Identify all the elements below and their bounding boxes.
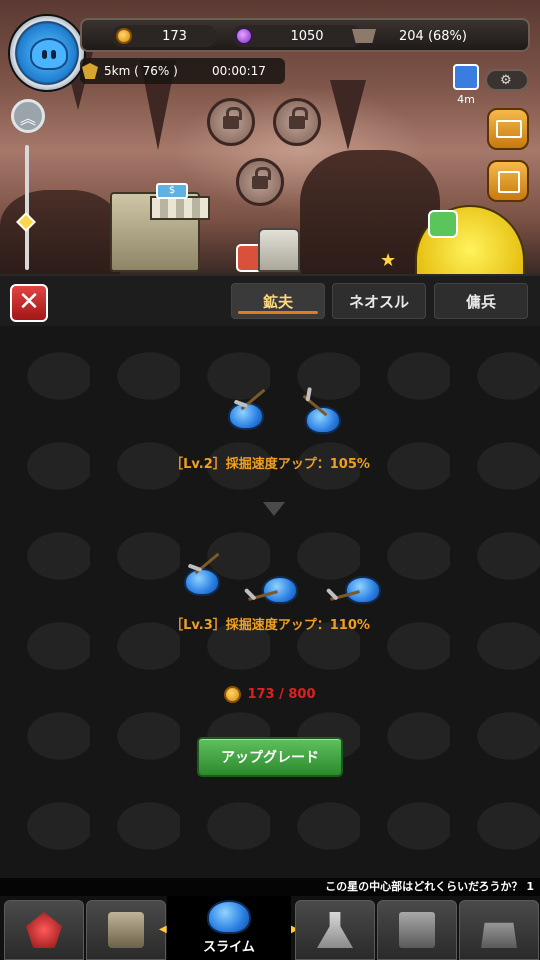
gift-icon [498, 171, 520, 193]
cart-icon [352, 29, 376, 43]
scroll-icon [399, 912, 435, 948]
drill-icon [82, 63, 98, 79]
lock-icon [252, 166, 271, 189]
shop-awning [150, 196, 210, 220]
close-icon: ✕ [18, 287, 40, 317]
tab-bar: ✕ 鉱夫 ネオスル 傭兵 [0, 274, 540, 326]
next-level-text: ［Lv.3］採掘速度アップ：110% [170, 618, 370, 633]
tab-neosuru[interactable]: ネオスル [332, 283, 426, 319]
depth-slider-track[interactable] [25, 145, 29, 270]
coin-icon [116, 28, 132, 44]
slime-miner-icon [345, 576, 381, 604]
mail-icon [496, 120, 522, 138]
left-arrow-icon: ◀ [159, 924, 167, 935]
upgrade-cost: 173 / 800 [0, 686, 540, 703]
locked-slot[interactable] [273, 98, 321, 146]
tab-miner[interactable]: 鉱夫 [231, 283, 325, 319]
arrow-down-icon [263, 502, 285, 516]
star-icon: ★ [380, 250, 397, 271]
lock-icon [289, 106, 308, 129]
timer-text: 00:00:17 [212, 64, 266, 78]
slime-icon [207, 900, 251, 934]
current-level-text: ［Lv.2］採掘速度アップ：105% [170, 457, 370, 472]
settings-button[interactable]: ⚙ [485, 69, 529, 91]
player-avatar[interactable] [8, 14, 86, 92]
mine-scene: 173 1050 204 (68%) 5km ( 76% ) 00:00:17 … [0, 0, 540, 274]
flask-icon [317, 912, 353, 948]
slime-miner-icon [184, 568, 220, 596]
nav-drill-button[interactable] [86, 900, 166, 960]
depth-timer-bar: 5km ( 76% ) 00:00:17 [80, 58, 285, 84]
ore-icon [26, 912, 62, 948]
coin-value: 173 [162, 28, 187, 44]
speed-boost-icon[interactable] [453, 64, 479, 90]
drill-machine[interactable] [258, 228, 300, 272]
upgrade-panel: ［Lv.2］採掘速度アップ：105% ［Lv.3］採掘速度アップ：110% 17… [0, 326, 540, 878]
gem-value: 1050 [290, 28, 324, 44]
slime-avatar-icon [30, 38, 68, 70]
nav-slime-label: スライム [203, 940, 255, 955]
nav-quest-button[interactable] [377, 900, 457, 960]
double-chevron-up-icon: ︽ [20, 109, 37, 128]
gem-counter: 1050 [232, 25, 362, 47]
cost-text: 173 / 800 [247, 687, 316, 702]
news-ticker: この星の中心部はどれくらいだろうか？ 1 [0, 878, 540, 896]
shop-icon [481, 922, 517, 948]
cart-value: 204 (68%) [399, 28, 467, 44]
gift-button[interactable] [487, 160, 529, 202]
resource-bar: 173 1050 204 (68%) [80, 18, 530, 52]
boost-time: 4m [457, 93, 475, 106]
scroll-up-button[interactable]: ︽ [11, 99, 45, 133]
tab-mercenary[interactable]: 傭兵 [434, 283, 528, 319]
slime-miner-icon [262, 576, 298, 604]
gear-icon: ⚙ [500, 73, 512, 88]
locked-slot[interactable] [207, 98, 255, 146]
locked-slot[interactable] [236, 158, 284, 206]
gem-icon [236, 28, 252, 44]
bottom-nav: ◀ スライム ▶ [0, 896, 540, 960]
rock [0, 190, 120, 274]
cart-counter: 204 (68%) [350, 25, 490, 47]
nav-shop-button[interactable] [459, 900, 539, 960]
close-button[interactable]: ✕ [10, 284, 48, 322]
shop-sign-icon: $ [156, 183, 188, 199]
nav-slime-tab[interactable]: ◀ スライム ▶ [159, 896, 299, 960]
lock-icon [223, 106, 242, 129]
stalactite [330, 80, 366, 150]
upgrade-button[interactable]: アップグレード [197, 737, 343, 777]
chat-icon[interactable] [428, 210, 458, 238]
depth-text: 5km ( 76% ) [104, 64, 178, 78]
coin-icon [224, 686, 242, 703]
nav-lab-button[interactable] [295, 900, 375, 960]
drill-machine-icon [108, 912, 144, 948]
coin-counter: 173 [112, 25, 217, 47]
nav-ore-button[interactable] [4, 900, 84, 960]
mail-button[interactable] [487, 108, 529, 150]
